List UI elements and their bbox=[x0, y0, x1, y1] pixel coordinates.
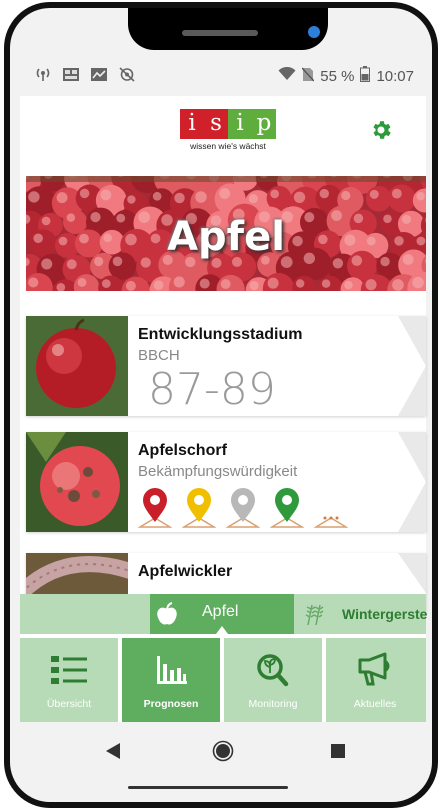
back-icon[interactable] bbox=[104, 742, 122, 760]
nav-label: Prognosen bbox=[143, 698, 199, 710]
wifi-icon bbox=[278, 66, 296, 85]
map-pin-green-icon bbox=[270, 488, 304, 528]
crop-tab-bar: Apfel Wintergerste bbox=[20, 594, 427, 634]
logo-letter: i bbox=[180, 109, 204, 139]
nav-prognosen[interactable]: Prognosen bbox=[122, 638, 220, 722]
nav-monitoring[interactable]: Monitoring bbox=[224, 638, 322, 722]
tab-wintergerste[interactable]: Wintergerste bbox=[342, 606, 427, 622]
app-header: isip wissen wie's wächst bbox=[20, 96, 426, 170]
chevron-right-icon bbox=[398, 316, 426, 416]
more-dots-icon bbox=[314, 516, 348, 528]
no-sim-icon bbox=[301, 67, 315, 86]
card-subtitle: Bekämpfungswürdigkeit bbox=[138, 463, 298, 480]
card-apple-scab[interactable]: Apfelschorf Bekämpfungswürdigkeit bbox=[26, 432, 426, 532]
chart-icon bbox=[90, 67, 108, 82]
card-development-stage[interactable]: Entwicklungsstadium BBCH 87-89 bbox=[26, 316, 426, 416]
card-subtitle: BBCH bbox=[138, 347, 180, 364]
isip-logo: isip wissen wie's wächst bbox=[180, 109, 276, 151]
image-icon bbox=[62, 67, 80, 82]
camera-notch bbox=[128, 8, 328, 50]
crop-banner: Apfel bbox=[26, 176, 426, 291]
logo-letter: s bbox=[204, 109, 228, 139]
recents-icon[interactable] bbox=[330, 743, 346, 759]
nav-uebersicht[interactable]: Übersicht bbox=[20, 638, 118, 722]
list-icon bbox=[51, 656, 87, 684]
scab-apple-image bbox=[26, 432, 128, 532]
nav-aktuelles[interactable]: Aktuelles bbox=[326, 638, 426, 722]
app-screen: 55 % 10:07 isip wissen wie's wächst Apfe… bbox=[20, 56, 427, 780]
apple-icon bbox=[157, 602, 177, 625]
battery-icon bbox=[360, 66, 371, 86]
clock: 10:07 bbox=[376, 67, 414, 85]
tab-label: Apfel bbox=[202, 603, 239, 620]
logo-tagline: wissen wie's wächst bbox=[190, 141, 266, 151]
chevron-right-icon bbox=[398, 432, 426, 532]
bottom-navigation: Übersicht Prognosen Monitoring Aktuelles bbox=[20, 638, 426, 722]
banner-title: Apfel bbox=[167, 214, 285, 260]
hotspot-icon bbox=[34, 67, 52, 82]
wheat-icon[interactable] bbox=[302, 601, 328, 627]
card-title: Entwicklungsstadium bbox=[138, 326, 303, 343]
speaker-grille bbox=[182, 30, 258, 36]
map-pin-gray-icon bbox=[226, 488, 260, 528]
risk-pins bbox=[138, 488, 348, 528]
card-title: Apfelwickler bbox=[138, 563, 233, 580]
megaphone-icon bbox=[358, 652, 390, 686]
magnifier-plant-icon bbox=[257, 654, 289, 687]
system-navigation-bar bbox=[20, 722, 426, 780]
nav-label: Übersicht bbox=[46, 698, 92, 710]
red-apple-image bbox=[26, 316, 128, 416]
tab-apfel[interactable]: Apfel bbox=[150, 594, 294, 634]
location-off-icon bbox=[118, 67, 136, 82]
nav-label: Monitoring bbox=[248, 698, 298, 710]
logo-letter: p bbox=[252, 109, 276, 139]
bbch-value: 87-89 bbox=[148, 364, 276, 415]
status-bar: 55 % 10:07 bbox=[20, 56, 426, 96]
gear-icon[interactable] bbox=[369, 118, 393, 142]
bar-chart-icon bbox=[157, 656, 187, 684]
battery-percent: 55 % bbox=[320, 67, 355, 85]
logo-letter: i bbox=[228, 109, 252, 139]
home-icon[interactable] bbox=[212, 740, 234, 762]
map-pin-yellow-icon bbox=[182, 488, 216, 528]
nav-label: Aktuelles bbox=[353, 698, 397, 710]
front-camera bbox=[308, 26, 320, 38]
card-title: Apfelschorf bbox=[138, 442, 227, 459]
home-indicator bbox=[128, 786, 288, 789]
map-pin-red-icon bbox=[138, 488, 172, 528]
active-tab-caret bbox=[216, 626, 228, 634]
